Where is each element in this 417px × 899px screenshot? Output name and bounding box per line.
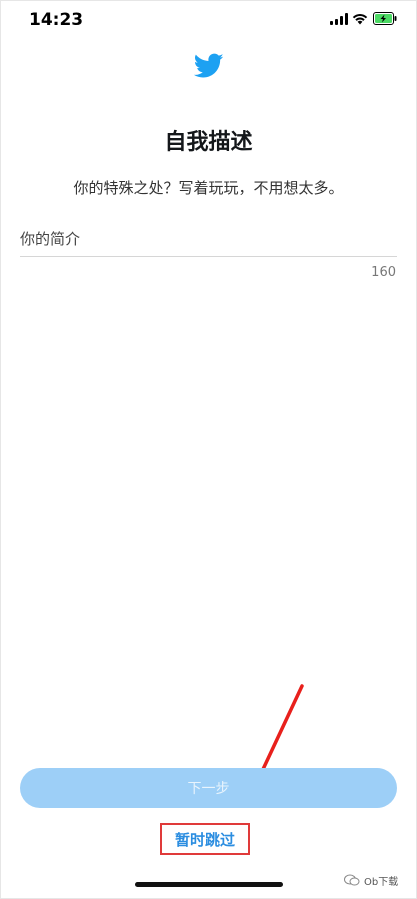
wechat-icon <box>344 874 360 886</box>
skip-button[interactable]: 暂时跳过 <box>160 823 250 855</box>
wifi-icon <box>352 14 368 25</box>
status-time: 14:23 <box>29 10 84 30</box>
page-subtitle: 你的特殊之处？写着玩玩，不用想太多。 <box>73 179 344 197</box>
watermark: Ob下载 <box>344 872 398 888</box>
watermark-text: Ob下载 <box>364 876 399 888</box>
page-title: 自我描述 <box>164 130 253 155</box>
bio-input[interactable] <box>20 222 397 257</box>
status-bar: 14:23 <box>0 0 417 40</box>
battery-charging-icon <box>373 12 397 25</box>
cellular-signal-icon <box>330 13 348 25</box>
next-button[interactable]: 下一步 <box>20 768 397 808</box>
home-indicator <box>135 882 283 887</box>
twitter-bird-icon <box>194 53 224 78</box>
character-counter: 160 <box>371 265 396 280</box>
